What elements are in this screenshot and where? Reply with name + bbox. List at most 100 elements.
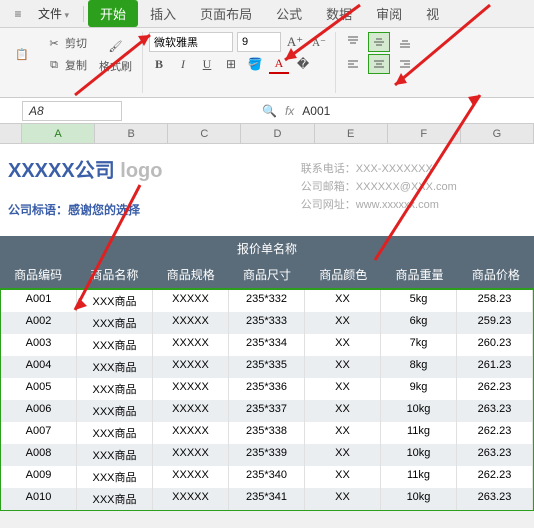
menu-icon[interactable]: ≡ [8,4,28,24]
decrease-font-button[interactable]: A⁻ [309,32,329,52]
align-bottom-button[interactable] [394,32,416,52]
quote-cell[interactable]: XX [305,290,381,312]
format-painter-button[interactable]: 🖌 格式刷 [95,32,136,76]
quote-cell[interactable]: 262.23 [457,422,533,444]
column-header[interactable]: G [461,124,534,143]
paste-button[interactable]: 📋 [6,40,38,68]
quote-cell[interactable]: XXX商品 [77,422,153,444]
tab-file[interactable]: 文件 [28,1,79,26]
bold-button[interactable]: B [149,54,169,74]
tab-data[interactable]: 数据 [314,0,364,27]
quote-cell[interactable]: XXXXX [153,400,229,422]
quote-cell[interactable]: 262.23 [457,378,533,400]
quote-cell[interactable]: 11kg [381,466,457,488]
quote-cell[interactable]: 263.23 [457,400,533,422]
quote-row[interactable]: A009XXX商品XXXXX235*340XX11kg262.23 [1,466,533,488]
quote-cell[interactable]: A007 [1,422,77,444]
quote-cell[interactable]: XXXXX [153,444,229,466]
quote-cell[interactable]: XXXXX [153,378,229,400]
align-middle-button[interactable] [368,32,390,52]
quote-cell[interactable]: 9kg [381,378,457,400]
quote-cell[interactable]: XXXXX [153,312,229,334]
quote-cell[interactable]: XX [305,378,381,400]
quote-cell[interactable]: 263.23 [457,488,533,510]
quote-cell[interactable]: XXX商品 [77,444,153,466]
quote-cell[interactable]: A001 [1,290,77,312]
quote-cell[interactable]: A003 [1,334,77,356]
quote-cell[interactable]: A002 [1,312,77,334]
quote-cell[interactable]: A004 [1,356,77,378]
quote-cell[interactable]: 235*334 [229,334,305,356]
tab-insert[interactable]: 插入 [138,0,188,27]
quote-cell[interactable]: 5kg [381,290,457,312]
quote-cell[interactable]: XX [305,466,381,488]
quote-cell[interactable]: A006 [1,400,77,422]
underline-button[interactable]: U [197,54,217,74]
tab-view[interactable]: 视 [414,0,451,27]
quote-cell[interactable]: XXXXX [153,356,229,378]
quote-cell[interactable]: XXX商品 [77,466,153,488]
quote-cell[interactable]: 6kg [381,312,457,334]
font-name-select[interactable] [149,32,233,52]
quote-cell[interactable]: XXX商品 [77,378,153,400]
fx-icon[interactable]: fx [285,104,294,118]
align-left-button[interactable] [342,54,364,74]
quote-cell[interactable]: 11kg [381,422,457,444]
select-all-corner[interactable] [0,124,22,143]
quote-cell[interactable]: XXXXX [153,334,229,356]
quote-cell[interactable]: 262.23 [457,466,533,488]
quote-cell[interactable]: 258.23 [457,290,533,312]
font-color-button[interactable]: A [269,54,289,74]
quote-cell[interactable]: XX [305,312,381,334]
quote-cell[interactable]: XXXXX [153,466,229,488]
quote-cell[interactable]: 259.23 [457,312,533,334]
quote-cell[interactable]: XX [305,422,381,444]
column-header[interactable]: C [168,124,241,143]
column-header[interactable]: E [315,124,388,143]
align-center-button[interactable] [368,54,390,74]
name-box[interactable]: A8 [22,101,122,121]
quote-cell[interactable]: 235*340 [229,466,305,488]
italic-button[interactable]: I [173,54,193,74]
quote-cell[interactable]: XXX商品 [77,400,153,422]
quote-cell[interactable]: 235*339 [229,444,305,466]
quote-cell[interactable]: XXX商品 [77,488,153,510]
quote-cell[interactable]: XXX商品 [77,312,153,334]
cut-button[interactable]: ✂ 剪切 [42,33,91,53]
search-icon[interactable]: 🔍 [262,104,277,118]
column-header[interactable]: B [95,124,168,143]
quote-cell[interactable]: A005 [1,378,77,400]
tab-layout[interactable]: 页面布局 [188,0,264,27]
quote-cell[interactable]: 260.23 [457,334,533,356]
formula-input[interactable]: A001 [302,104,330,118]
quote-cell[interactable]: 10kg [381,444,457,466]
quote-cell[interactable]: 235*336 [229,378,305,400]
quote-row[interactable]: A007XXX商品XXXXX235*338XX11kg262.23 [1,422,533,444]
worksheet[interactable]: XXXXX公司 logo 公司标语：感谢您的选择 联系电话：XXX-XXXXXX… [0,144,534,511]
quote-cell[interactable]: XXXXX [153,488,229,510]
quote-cell[interactable]: 235*332 [229,290,305,312]
quote-cell[interactable]: 7kg [381,334,457,356]
column-header[interactable]: F [388,124,461,143]
borders-button[interactable]: ⊞ [221,54,241,74]
quote-cell[interactable]: 8kg [381,356,457,378]
quote-row[interactable]: A002XXX商品XXXXX235*333XX6kg259.23 [1,312,533,334]
tab-formula[interactable]: 公式 [264,0,314,27]
quote-cell[interactable]: XXX商品 [77,334,153,356]
quote-cell[interactable]: A008 [1,444,77,466]
quote-row[interactable]: A010XXX商品XXXXX235*341XX10kg263.23 [1,488,533,510]
quote-cell[interactable]: 261.23 [457,356,533,378]
quote-cell[interactable]: XXXXX [153,290,229,312]
quote-row[interactable]: A003XXX商品XXXXX235*334XX7kg260.23 [1,334,533,356]
quote-cell[interactable]: XXX商品 [77,356,153,378]
quote-cell[interactable]: A009 [1,466,77,488]
increase-font-button[interactable]: A⁺ [285,32,305,52]
quote-row[interactable]: A004XXX商品XXXXX235*335XX8kg261.23 [1,356,533,378]
quote-cell[interactable]: 263.23 [457,444,533,466]
quote-row[interactable]: A005XXX商品XXXXX235*336XX9kg262.23 [1,378,533,400]
quote-row[interactable]: A001XXX商品XXXXX235*332XX5kg258.23 [1,290,533,312]
quote-cell[interactable]: 235*341 [229,488,305,510]
quote-cell[interactable]: XX [305,488,381,510]
column-header[interactable]: A [22,124,95,143]
column-header[interactable]: D [241,124,314,143]
